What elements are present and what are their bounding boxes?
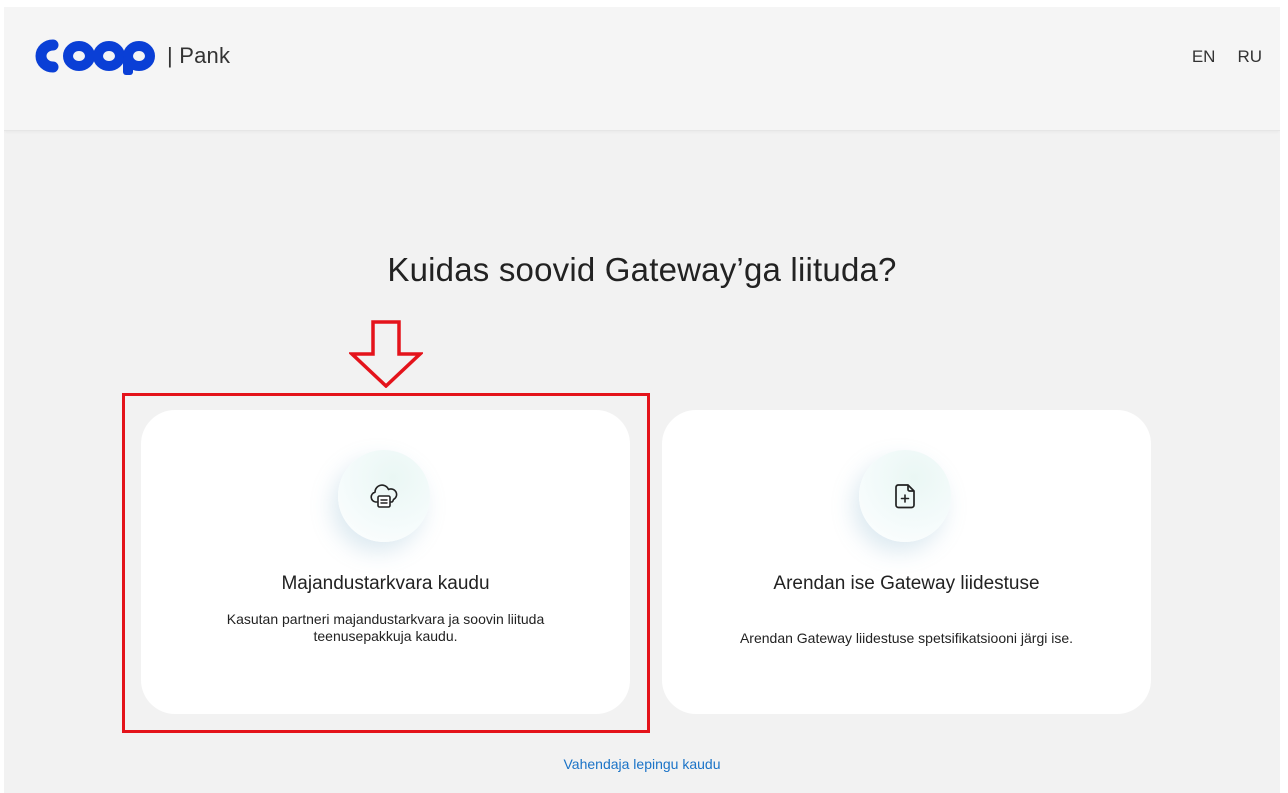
header: | Pank EN RU (4, 7, 1280, 131)
logo-suffix: | Pank (167, 43, 231, 68)
language-switcher: EN RU (1192, 47, 1262, 67)
arrow-down-icon (349, 320, 423, 388)
option-title: Majandustarkvara kaudu (281, 573, 490, 594)
option-title: Arendan ise Gateway liidestuse (773, 573, 1040, 594)
option-description: Kasutan partneri majandustarkvara ja soo… (226, 611, 545, 644)
lang-en[interactable]: EN (1192, 47, 1216, 67)
icon-circle (338, 450, 430, 542)
coop-pank-logo[interactable]: | Pank (31, 34, 230, 78)
cloud-document-icon (370, 484, 398, 508)
option-card-own-integration[interactable]: Arendan ise Gateway liidestuse Arendan G… (662, 410, 1151, 714)
icon-circle (859, 450, 951, 542)
option-card-accounting-software[interactable]: Majandustarkvara kaudu Kasutan partneri … (141, 410, 630, 714)
add-document-icon (895, 484, 915, 509)
page: | Pank EN RU Kuidas soovid Gateway’ga li… (4, 7, 1280, 793)
option-description: Arendan Gateway liidestuse spetsifikatsi… (739, 630, 1074, 646)
lang-ru[interactable]: RU (1237, 47, 1262, 67)
page-title: Kuidas soovid Gateway’ga liituda? (387, 251, 897, 288)
coop-logo-icon (35, 39, 155, 75)
intermediary-contract-link[interactable]: Vahendaja lepingu kaudu (4, 756, 1280, 772)
